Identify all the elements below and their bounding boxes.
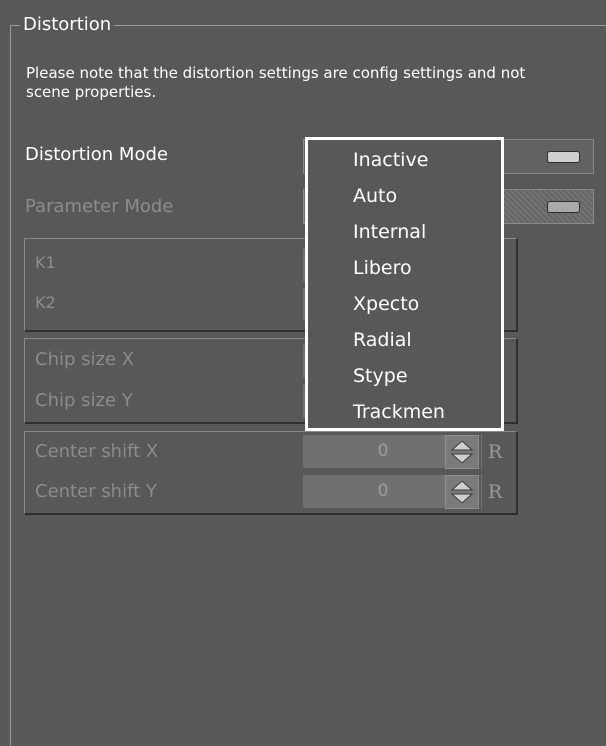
center-shift-x-label: Center shift X — [35, 441, 159, 462]
distortion-mode-dropdown: Inactive Auto Internal Libero Xpecto Rad… — [305, 137, 504, 431]
center-shift-box: Center shift X Center shift Y 0 R 0 R — [24, 431, 518, 515]
center-shift-y-field[interactable]: 0 — [303, 475, 463, 508]
distortion-mode-label: Distortion Mode — [25, 144, 168, 165]
spinner-arrows-icon — [450, 440, 474, 464]
center-shift-y-reset-button[interactable]: R — [481, 475, 508, 509]
k1-label: K1 — [35, 253, 56, 272]
group-title: Distortion — [20, 12, 115, 38]
dropdown-option-stype[interactable]: Stype — [353, 363, 408, 389]
parameter-mode-label: Parameter Mode — [25, 196, 174, 217]
spinner-arrows-icon — [450, 480, 474, 504]
dropdown-option-inactive[interactable]: Inactive — [353, 147, 428, 173]
chip-size-y-label: Chip size Y — [35, 390, 133, 411]
center-shift-x-value: 0 — [377, 441, 389, 461]
dropdown-option-internal[interactable]: Internal — [353, 219, 426, 245]
dropdown-option-libero[interactable]: Libero — [353, 255, 412, 281]
dropdown-button-icon[interactable] — [547, 201, 580, 213]
center-shift-y-label: Center shift Y — [35, 481, 157, 502]
dropdown-option-radial[interactable]: Radial — [353, 327, 412, 353]
distortion-panel: Distortion Please note that the distorti… — [0, 0, 606, 746]
dropdown-option-trackmen[interactable]: Trackmen — [353, 399, 445, 425]
center-shift-x-spinner[interactable] — [445, 435, 479, 469]
dropdown-option-xpecto[interactable]: Xpecto — [353, 291, 419, 317]
dropdown-button-icon[interactable] — [547, 151, 580, 163]
center-shift-y-spinner[interactable] — [445, 475, 479, 509]
dropdown-option-auto[interactable]: Auto — [353, 183, 397, 209]
center-shift-y-value: 0 — [377, 481, 389, 501]
k2-label: K2 — [35, 293, 56, 312]
center-shift-x-field[interactable]: 0 — [303, 435, 463, 468]
chip-size-x-label: Chip size X — [35, 349, 135, 370]
center-shift-x-reset-button[interactable]: R — [481, 435, 508, 469]
config-note: Please note that the distortion settings… — [26, 64, 526, 101]
